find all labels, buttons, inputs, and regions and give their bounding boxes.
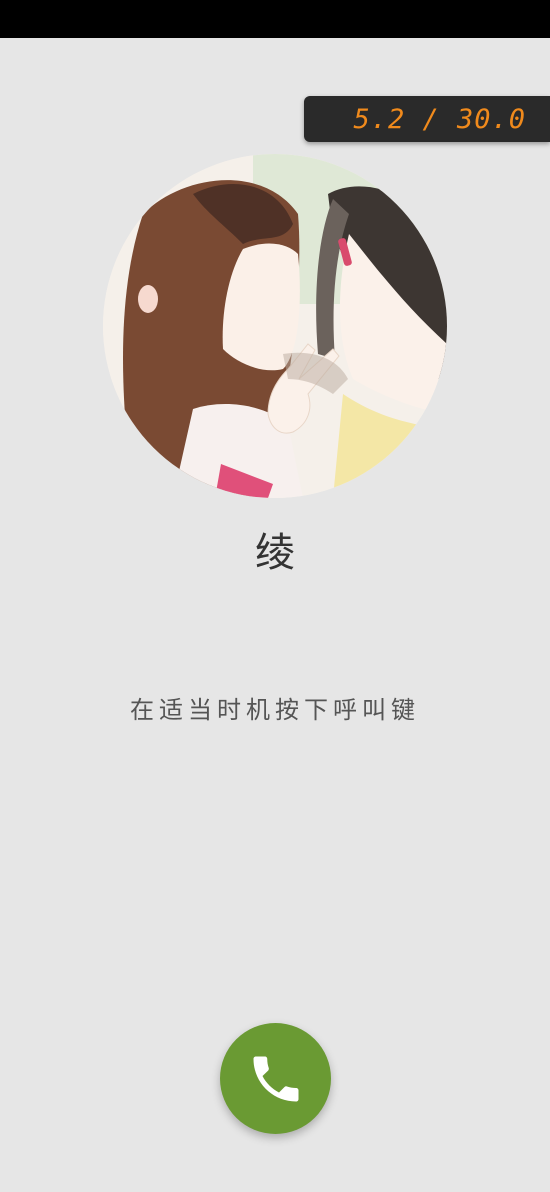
phone-icon (253, 1056, 298, 1101)
status-bar (0, 0, 550, 38)
caller-avatar (103, 154, 447, 498)
caller-name: 绫 (255, 530, 295, 576)
timer-text: 5.2 / 30.0 (353, 103, 526, 135)
hint-text: 在适当时机按下呼叫键 (130, 696, 420, 724)
avatar-illustration (103, 154, 447, 498)
timer-display: 5.2 / 30.0 (304, 96, 550, 142)
call-button[interactable] (220, 1023, 331, 1134)
